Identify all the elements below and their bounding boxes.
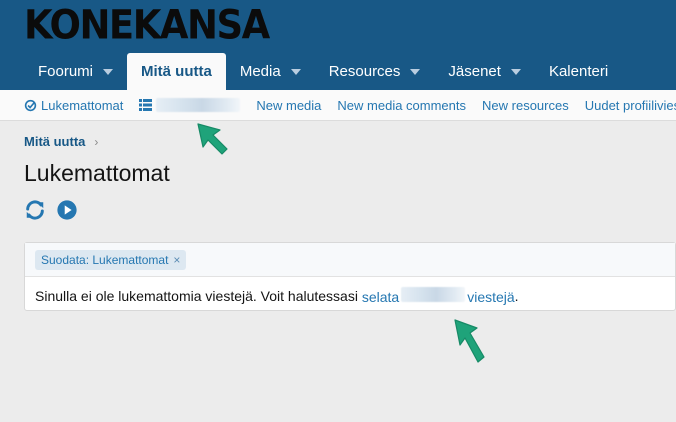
empty-message: Sinulla ei ole lukemattomia viestejä. Vo… xyxy=(25,277,675,315)
chevron-down-icon[interactable] xyxy=(290,68,301,75)
chevron-down-icon[interactable] xyxy=(510,68,521,75)
site-logo[interactable]: KONEKANSA xyxy=(24,3,270,47)
chevron-down-icon[interactable] xyxy=(410,68,421,75)
subnav-new-media-comments[interactable]: New media comments xyxy=(337,98,466,113)
message-period: . xyxy=(514,288,519,304)
nav-tab-mita-uutta[interactable]: Mitä uutta xyxy=(127,53,226,90)
nav-tab-label: Resources xyxy=(328,63,401,80)
unread-icon xyxy=(24,99,37,112)
browse-link-end: viestejä xyxy=(467,289,515,305)
nav-tab-foorumi[interactable]: Foorumi xyxy=(24,53,127,90)
browse-link-start: selata xyxy=(361,289,400,305)
refresh-icon xyxy=(26,200,44,220)
list-icon xyxy=(139,99,153,111)
subnav-unread-label: Lukemattomat xyxy=(41,97,124,113)
browse-link[interactable]: selata viestejä xyxy=(362,287,515,305)
nav-tab-jasenet[interactable]: Jäsenet xyxy=(434,53,535,90)
breadcrumb-item[interactable]: Mitä uutta xyxy=(24,134,85,149)
filter-bar: Suodata: Lukemattomat × xyxy=(25,243,675,277)
chevron-right-icon: › xyxy=(94,134,99,149)
site-header: KONEKANSA Foorumi Mitä uutta Media Resou… xyxy=(0,0,676,90)
nav-tab-label: Kalenteri xyxy=(548,63,609,80)
subnav-redacted-link[interactable] xyxy=(139,98,241,112)
subnav-profile-posts[interactable]: Uudet profiiliviest xyxy=(585,98,676,113)
nav-tab-label: Media xyxy=(239,63,281,80)
subnav-unread[interactable]: Lukemattomat xyxy=(24,98,123,113)
subnav-new-media[interactable]: New media xyxy=(256,98,321,113)
nav-tab-label: Foorumi xyxy=(38,63,94,80)
breadcrumb[interactable]: Mitä uutta › xyxy=(24,134,98,149)
nav-tab-label: Jäsenet xyxy=(448,63,501,80)
redacted-text xyxy=(401,287,466,302)
sub-nav: Lukemattomat New media New media comment… xyxy=(0,90,676,121)
nav-tab-resources[interactable]: Resources xyxy=(315,53,435,90)
nav-tab-label: Mitä uutta xyxy=(141,63,212,80)
filter-chip[interactable]: Suodata: Lukemattomat × xyxy=(35,249,187,270)
annotation-arrow-icon xyxy=(454,319,485,363)
nav-tab-media[interactable]: Media xyxy=(226,53,315,90)
page-actions xyxy=(24,199,78,221)
nav-tab-kalenteri[interactable]: Kalenteri xyxy=(535,53,622,90)
annotation-arrow-icon xyxy=(197,123,228,155)
filter-chip-label: Suodata: Lukemattomat xyxy=(41,252,169,267)
chevron-down-icon[interactable] xyxy=(103,68,114,75)
main-nav: Foorumi Mitä uutta Media Resources Jäsen… xyxy=(24,53,622,90)
close-icon[interactable]: × xyxy=(173,253,180,267)
play-button[interactable] xyxy=(56,199,78,221)
play-icon xyxy=(57,200,77,220)
page-title: Lukemattomat xyxy=(24,160,170,186)
redacted-text xyxy=(156,98,241,112)
refresh-button[interactable] xyxy=(24,199,46,221)
message-text: Sinulla ei ole lukemattomia viestejä. Vo… xyxy=(35,288,358,304)
content-block: Suodata: Lukemattomat × Sinulla ei ole l… xyxy=(24,242,676,311)
subnav-new-resources[interactable]: New resources xyxy=(482,98,569,113)
